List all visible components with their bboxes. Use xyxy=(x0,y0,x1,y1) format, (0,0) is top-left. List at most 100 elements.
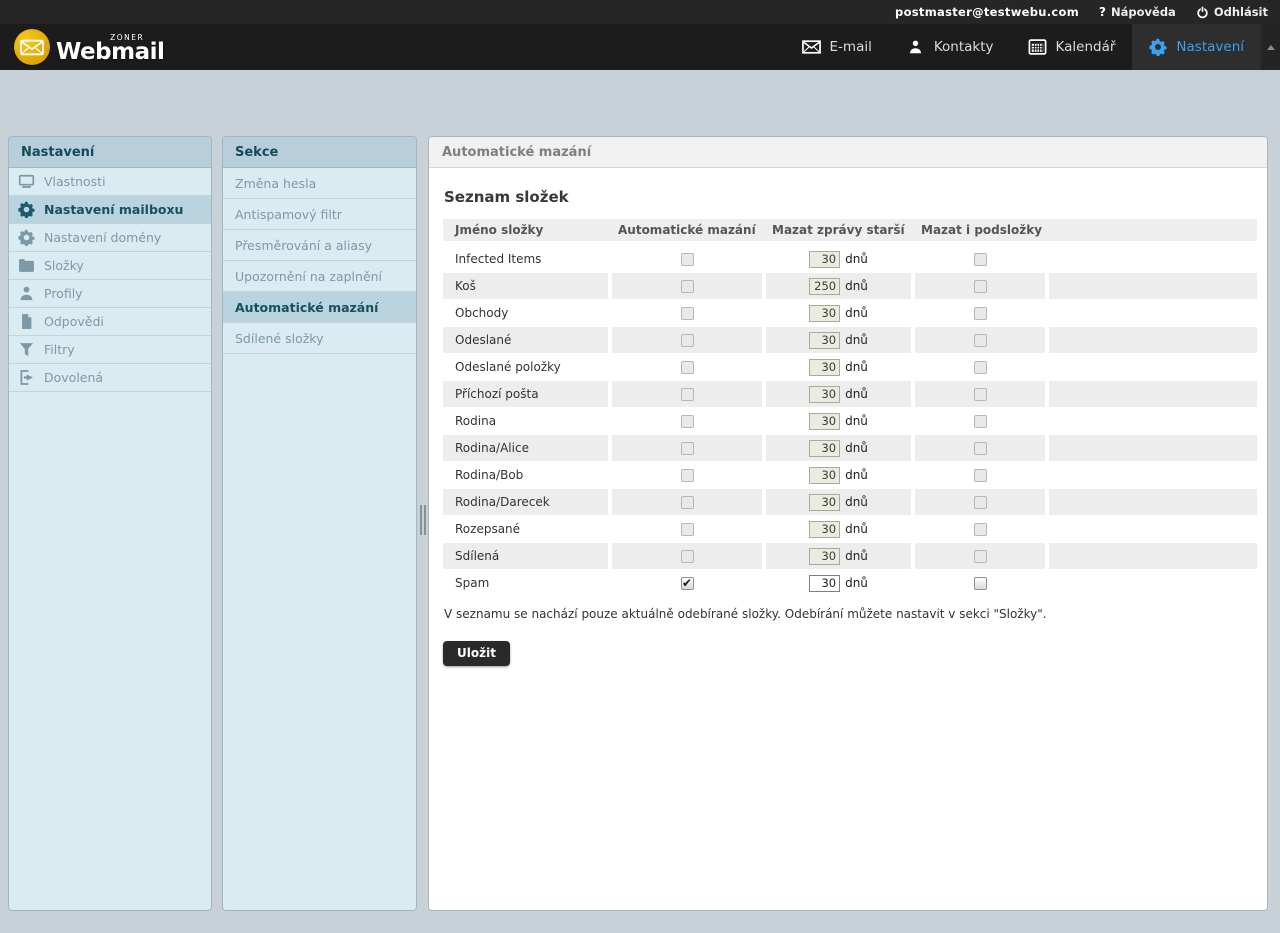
sidebar-item-nastaven-dom-ny[interactable]: Nastavení domény xyxy=(9,224,211,252)
days-unit-label: dnů xyxy=(845,549,868,563)
days-input xyxy=(809,494,840,511)
folder-name-cell: Koš xyxy=(443,273,608,299)
power-icon xyxy=(1196,6,1209,19)
filler-cell xyxy=(1049,462,1257,488)
panel-splitter-handle[interactable] xyxy=(419,505,427,535)
auto-delete-checkbox xyxy=(681,280,694,293)
sidebar-item-nastaven-mailboxu[interactable]: Nastavení mailboxu xyxy=(9,196,211,224)
days-unit-label: dnů xyxy=(845,279,868,293)
delete-subfolders-checkbox xyxy=(974,334,987,347)
auto-delete-checkbox xyxy=(681,469,694,482)
save-button[interactable]: Uložit xyxy=(443,641,510,666)
days-input[interactable] xyxy=(809,575,840,592)
days-input xyxy=(809,548,840,565)
delete-subfolders-checkbox xyxy=(974,550,987,563)
auto-delete-checkbox[interactable]: ✔ xyxy=(681,577,694,590)
sidebar-item-label: Filtry xyxy=(44,342,75,357)
gear-icon xyxy=(18,201,35,218)
brand-webmail: Webmail xyxy=(56,42,164,62)
auto-delete-checkbox xyxy=(681,334,694,347)
folders-table: Jméno složkyAutomatické mazáníMazat zprá… xyxy=(443,219,1257,596)
nav-item-label: Kontakty xyxy=(934,39,994,55)
delete-subfolders-checkbox xyxy=(974,523,987,536)
folder-name-cell: Infected Items xyxy=(443,246,608,272)
filler-cell xyxy=(1049,408,1257,434)
sidebar-item-label: Nastavení domény xyxy=(44,230,161,245)
sidebar-item-profily[interactable]: Profily xyxy=(9,280,211,308)
sidebar-item-filtry[interactable]: Filtry xyxy=(9,336,211,364)
filler-cell xyxy=(1049,273,1257,299)
section-item-sd-len-slo-ky[interactable]: Sdílené složky xyxy=(223,323,416,354)
exit-icon xyxy=(18,369,35,386)
filler-cell xyxy=(1049,246,1257,272)
calendar-icon xyxy=(1028,39,1047,55)
auto-delete-checkbox xyxy=(681,496,694,509)
column-header: Mazat zprávy starší xyxy=(766,219,911,241)
contacts-icon xyxy=(906,39,925,55)
days-unit-label: dnů xyxy=(845,252,868,266)
nav-item-nastaven[interactable]: Nastavení xyxy=(1132,24,1261,70)
section-item-zm-na-hesla[interactable]: Změna hesla xyxy=(223,168,416,199)
logout-label: Odhlásit xyxy=(1214,5,1268,19)
filler-cell xyxy=(1049,354,1257,380)
logout-link[interactable]: Odhlásit xyxy=(1196,5,1268,19)
days-unit-label: dnů xyxy=(845,333,868,347)
days-input xyxy=(809,386,840,403)
folders-table-body: Infected ItemsdnůKošdnůObchodydnůOdeslan… xyxy=(443,246,1257,596)
nav-item-label: Kalendář xyxy=(1056,39,1116,55)
nav-item-kontakty[interactable]: Kontakty xyxy=(889,24,1011,70)
webmail-logo[interactable]: ZONER Webmail xyxy=(0,24,164,70)
auto-delete-checkbox xyxy=(681,415,694,428)
delete-subfolders-checkbox xyxy=(974,469,987,482)
table-row: Rodina/Darecekdnů xyxy=(443,489,1257,515)
section-subtitle: Seznam složek xyxy=(444,188,1253,206)
nav-item-kalend[interactable]: Kalendář xyxy=(1011,24,1133,70)
folder-name-cell: Rodina/Darecek xyxy=(443,489,608,515)
column-header: Automatické mazání xyxy=(612,219,762,241)
sidebar-item-slo-ky[interactable]: Složky xyxy=(9,252,211,280)
help-link[interactable]: ? Nápověda xyxy=(1099,5,1176,19)
auto-delete-checkbox xyxy=(681,523,694,536)
delete-subfolders-checkbox[interactable] xyxy=(974,577,987,590)
table-header-row: Jméno složkyAutomatické mazáníMazat zprá… xyxy=(443,219,1257,241)
page-title: Automatické mazání xyxy=(429,137,1267,168)
auto-delete-checkbox xyxy=(681,253,694,266)
delete-subfolders-checkbox xyxy=(974,496,987,509)
days-unit-label: dnů xyxy=(845,387,868,401)
section-item-automatick-maz-n-[interactable]: Automatické mazání xyxy=(223,292,416,323)
sections-sidebar: Sekce Změna heslaAntispamový filtrPřesmě… xyxy=(222,136,417,911)
sidebar-item-odpov-di[interactable]: Odpovědi xyxy=(9,308,211,336)
delete-subfolders-checkbox xyxy=(974,361,987,374)
nav-item-email[interactable]: E-mail xyxy=(785,24,889,70)
gear-icon xyxy=(1149,38,1167,56)
folder-name-cell: Příchozí pošta xyxy=(443,381,608,407)
section-item-antispamov-filtr[interactable]: Antispamový filtr xyxy=(223,199,416,230)
person-icon xyxy=(18,285,35,302)
table-row: Rodina/Alicednů xyxy=(443,435,1257,461)
section-item-p-esm-rov-n-a-aliasy[interactable]: Přesměrování a aliasy xyxy=(223,230,416,261)
chevron-up-icon xyxy=(1267,45,1275,50)
content-area: Nastavení VlastnostiNastavení mailboxu Na… xyxy=(0,70,1280,933)
table-row: Příchozí pošta dnů xyxy=(443,381,1257,407)
main-nav: ZONER Webmail E-mail Kontakty Kalendář Nast… xyxy=(0,24,1280,70)
days-unit-label: dnů xyxy=(845,360,868,374)
days-input xyxy=(809,251,840,268)
column-header: Jméno složky xyxy=(443,219,608,241)
sidebar-title: Nastavení xyxy=(9,137,211,168)
sidebar-item-dovolen-[interactable]: Dovolená xyxy=(9,364,211,392)
filler-cell xyxy=(1049,543,1257,569)
auto-delete-checkbox xyxy=(681,361,694,374)
collapse-nav-button[interactable] xyxy=(1261,24,1280,70)
folder-icon xyxy=(18,257,35,274)
sidebar-item-vlastnosti[interactable]: Vlastnosti xyxy=(9,168,211,196)
document-icon xyxy=(18,313,35,330)
folder-name-cell: Rozepsané xyxy=(443,516,608,542)
sidebar-item-label: Složky xyxy=(44,258,84,273)
table-row: Odeslanédnů xyxy=(443,327,1257,353)
days-input xyxy=(809,305,840,322)
days-input xyxy=(809,440,840,457)
section-item-upozorn-n-na-zapln-n-[interactable]: Upozornění na zaplnění xyxy=(223,261,416,292)
table-row: Spam✔dnů xyxy=(443,570,1257,596)
days-unit-label: dnů xyxy=(845,414,868,428)
folder-name-cell: Odeslané položky xyxy=(443,354,608,380)
